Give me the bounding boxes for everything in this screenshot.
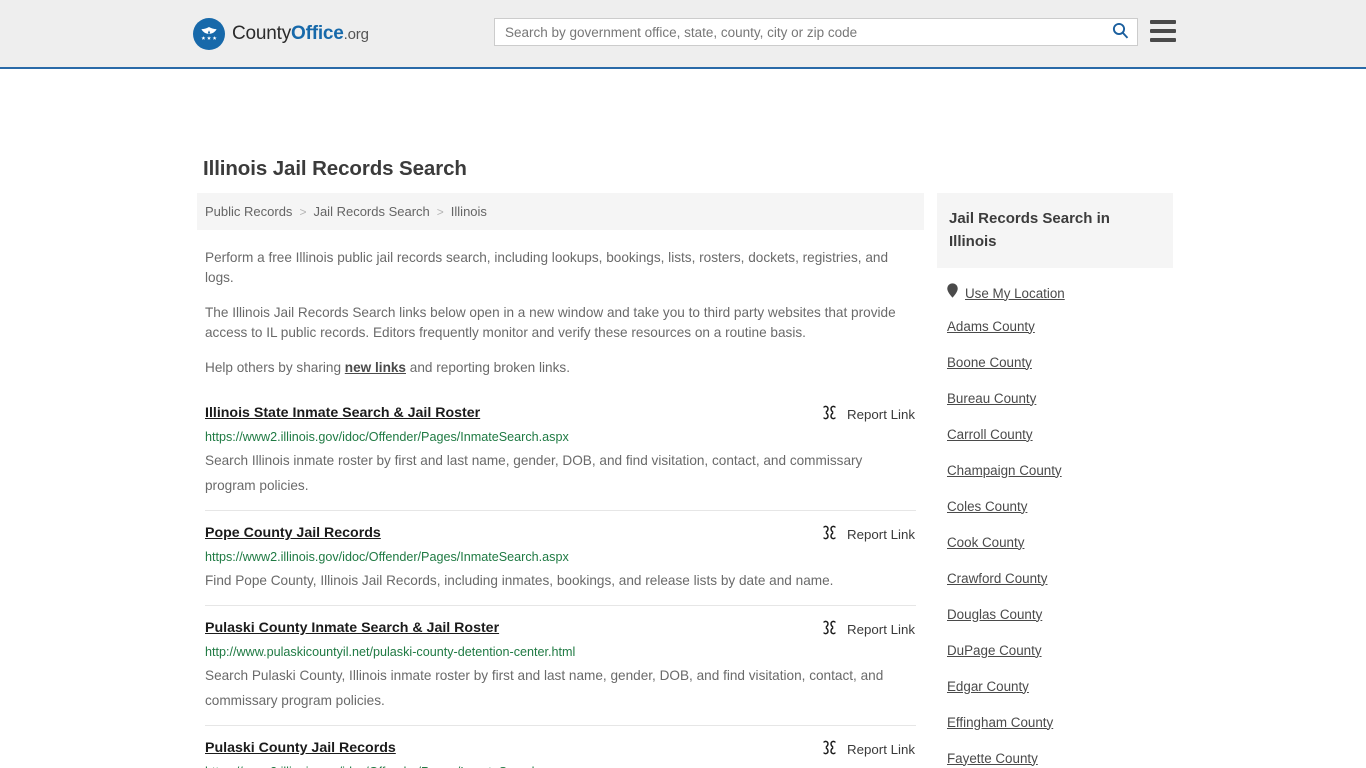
result-header: Pulaski County Jail Records Report Link — [205, 739, 916, 759]
intro-p3-before: Help others by sharing — [205, 360, 345, 375]
site-logo-text: CountyOffice.org — [232, 23, 369, 45]
result-title-link[interactable]: Pulaski County Inmate Search & Jail Rost… — [205, 619, 499, 637]
sidebar-item-label[interactable]: Effingham County — [947, 715, 1053, 730]
result-title-link[interactable]: Pulaski County Jail Records — [205, 739, 396, 757]
result-description: Search Illinois inmate roster by first a… — [205, 453, 863, 493]
sidebar-item-label[interactable]: Adams County — [947, 319, 1035, 334]
report-link-label: Report Link — [847, 526, 915, 542]
sidebar-item-label[interactable]: Champaign County — [947, 463, 1062, 478]
sidebar-item-use-my-location[interactable]: Use My Location — [937, 268, 1173, 308]
report-link-label: Report Link — [847, 741, 915, 757]
report-link-button[interactable]: Report Link — [821, 524, 916, 544]
intro-paragraph-3: Help others by sharing new links and rep… — [205, 358, 916, 378]
sidebar-county-list: Use My Location Adams County Boone Count… — [937, 268, 1173, 768]
breadcrumb-item-illinois[interactable]: Illinois — [451, 204, 487, 219]
site-header: CountyOffice.org — [0, 0, 1366, 69]
hamburger-bar-2 — [1150, 29, 1176, 33]
sidebar-item-douglas-county[interactable]: Douglas County — [937, 596, 1173, 632]
sidebar-item-carroll-county[interactable]: Carroll County — [937, 416, 1173, 452]
result-header: Pope County Jail Records Report Link — [205, 524, 916, 544]
intro-p3-after: and reporting broken links. — [406, 360, 570, 375]
result-description: Search Pulaski County, Illinois inmate r… — [205, 668, 884, 708]
intro-section: Perform a free Illinois public jail reco… — [197, 248, 924, 378]
broken-link-icon — [821, 524, 838, 544]
sidebar-item-label[interactable]: Boone County — [947, 355, 1032, 370]
result-description: Find Pope County, Illinois Jail Records,… — [205, 573, 834, 588]
map-pin-icon — [947, 283, 958, 303]
sidebar-item-label[interactable]: DuPage County — [947, 643, 1042, 658]
hamburger-bar-1 — [1150, 20, 1176, 24]
sidebar-item-label[interactable]: Bureau County — [947, 391, 1036, 406]
eagle-seal-icon — [193, 18, 225, 50]
breadcrumb-item-public-records[interactable]: Public Records — [205, 204, 292, 219]
site-logo-link[interactable]: CountyOffice.org — [193, 18, 369, 50]
broken-link-icon — [821, 739, 838, 759]
sidebar: Jail Records Search in Illinois Use My L… — [937, 193, 1173, 768]
sidebar-item-champaign-county[interactable]: Champaign County — [937, 452, 1173, 488]
new-links-link[interactable]: new links — [345, 360, 406, 375]
sidebar-item-adams-county[interactable]: Adams County — [937, 308, 1173, 344]
brand-part-tld: .org — [343, 26, 369, 43]
breadcrumb-separator-icon: > — [436, 204, 444, 219]
breadcrumb: Public Records > Jail Records Search > I… — [197, 193, 924, 230]
search-bar — [494, 18, 1138, 46]
breadcrumb-item-jail-records-search[interactable]: Jail Records Search — [313, 204, 429, 219]
sidebar-item-label[interactable]: Coles County — [947, 499, 1027, 514]
broken-link-icon — [821, 619, 838, 639]
sidebar-item-label[interactable]: Fayette County — [947, 751, 1038, 766]
sidebar-item-label[interactable]: Douglas County — [947, 607, 1042, 622]
report-link-button[interactable]: Report Link — [821, 739, 916, 759]
result-url[interactable]: http://www.pulaskicountyil.net/pulaski-c… — [205, 644, 916, 660]
report-link-label: Report Link — [847, 406, 915, 422]
result-url[interactable]: https://www2.illinois.gov/idoc/Offender/… — [205, 429, 916, 445]
report-link-button[interactable]: Report Link — [821, 619, 916, 639]
search-input[interactable] — [495, 19, 1103, 45]
sidebar-item-coles-county[interactable]: Coles County — [937, 488, 1173, 524]
result-url[interactable]: https://www2.illinois.gov/idoc/Offender/… — [205, 549, 916, 565]
intro-paragraph-1: Perform a free Illinois public jail reco… — [205, 250, 889, 285]
sidebar-panel-title: Jail Records Search in Illinois — [937, 193, 1173, 268]
intro-paragraph-2: The Illinois Jail Records Search links b… — [205, 305, 896, 340]
sidebar-item-label[interactable]: Edgar County — [947, 679, 1029, 694]
sidebar-item-effingham-county[interactable]: Effingham County — [937, 704, 1173, 740]
broken-link-icon — [821, 404, 838, 424]
sidebar-item-label[interactable]: Cook County — [947, 535, 1024, 550]
sidebar-item-crawford-county[interactable]: Crawford County — [937, 560, 1173, 596]
result-header: Pulaski County Inmate Search & Jail Rost… — [205, 619, 916, 639]
result-item: Pulaski County Jail Records Report Link — [205, 725, 916, 768]
report-link-label: Report Link — [847, 621, 915, 637]
hamburger-bar-3 — [1150, 38, 1176, 42]
result-title-link[interactable]: Pope County Jail Records — [205, 524, 381, 542]
search-button[interactable] — [1103, 19, 1137, 45]
page-title: Illinois Jail Records Search — [203, 157, 467, 180]
result-item: Pope County Jail Records Report Link htt… — [205, 510, 916, 605]
sidebar-item-cook-county[interactable]: Cook County — [937, 524, 1173, 560]
results-list: Illinois State Inmate Search & Jail Rost… — [197, 394, 924, 768]
result-item: Pulaski County Inmate Search & Jail Rost… — [205, 605, 916, 725]
result-title-link[interactable]: Illinois State Inmate Search & Jail Rost… — [205, 404, 480, 422]
result-item: Illinois State Inmate Search & Jail Rost… — [205, 394, 916, 510]
sidebar-item-boone-county[interactable]: Boone County — [937, 344, 1173, 380]
report-link-button[interactable]: Report Link — [821, 404, 916, 424]
breadcrumb-separator-icon: > — [299, 204, 307, 219]
result-header: Illinois State Inmate Search & Jail Rost… — [205, 404, 916, 424]
sidebar-item-label[interactable]: Carroll County — [947, 427, 1033, 442]
sidebar-item-label[interactable]: Crawford County — [947, 571, 1047, 586]
sidebar-item-edgar-county[interactable]: Edgar County — [937, 668, 1173, 704]
brand-part-county: County — [232, 23, 292, 44]
sidebar-item-label[interactable]: Use My Location — [965, 286, 1065, 301]
sidebar-item-bureau-county[interactable]: Bureau County — [937, 380, 1173, 416]
search-icon — [1112, 22, 1129, 42]
result-url[interactable]: https://www2.illinois.gov/idoc/Offender/… — [205, 764, 916, 768]
hamburger-menu-icon[interactable] — [1150, 20, 1176, 42]
sidebar-item-fayette-county[interactable]: Fayette County — [937, 740, 1173, 768]
main-content: Public Records > Jail Records Search > I… — [197, 193, 924, 768]
brand-part-office: Office — [291, 23, 344, 44]
sidebar-item-dupage-county[interactable]: DuPage County — [937, 632, 1173, 668]
